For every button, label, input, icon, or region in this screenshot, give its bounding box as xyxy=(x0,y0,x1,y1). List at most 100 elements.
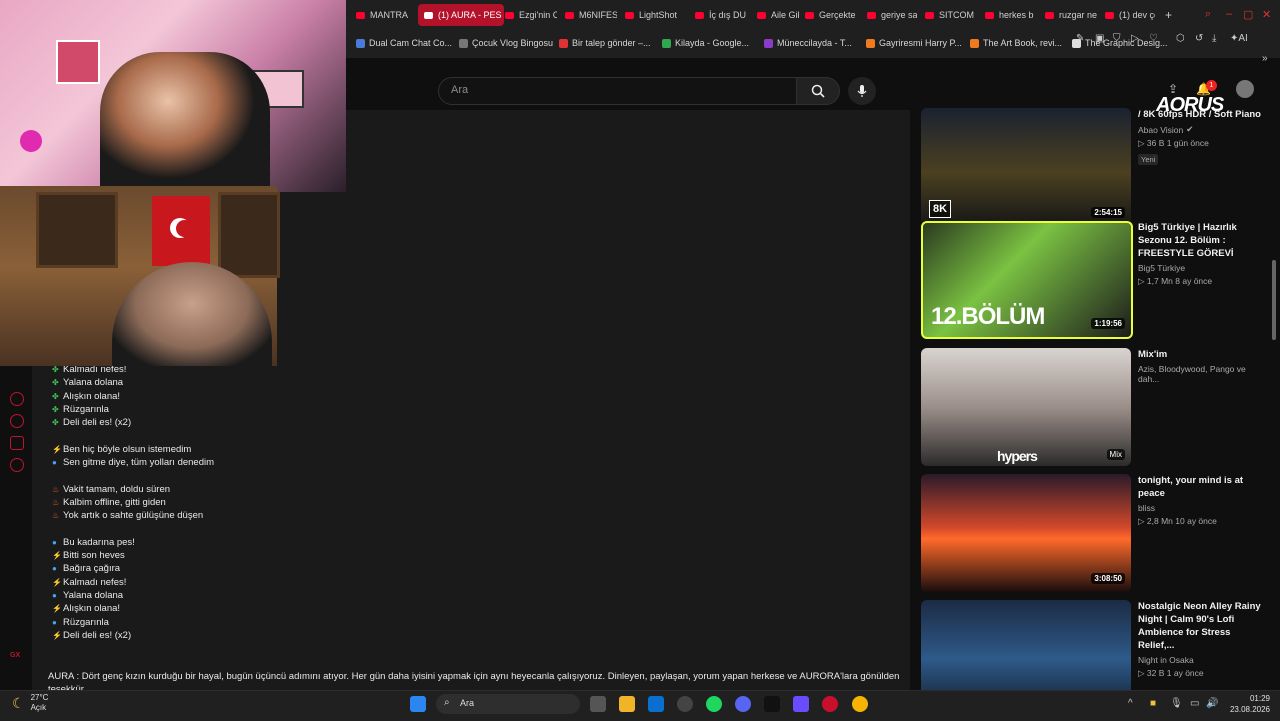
snapshot-icon[interactable]: ▣ xyxy=(1095,33,1104,44)
bookmark-item[interactable]: Müneccilayda - T... xyxy=(764,38,852,48)
browser-tab[interactable]: ruzgar ne xyxy=(1045,4,1097,26)
weather-widget[interactable]: ☾ 27°C Açık xyxy=(12,693,48,713)
bookmark-item[interactable]: Bir talep gönder –... xyxy=(559,38,651,48)
channel-name[interactable]: Big5 Türkiye xyxy=(1138,263,1185,273)
browser-tab[interactable]: LightShot xyxy=(625,4,687,26)
lyric-text: Sen gitme diye, tüm yolları denedim xyxy=(63,457,215,469)
fire-icon: ♨ xyxy=(52,484,60,494)
browser-tab[interactable]: (1) dev ço xyxy=(1105,4,1155,26)
play-icon[interactable]: ▷ xyxy=(1131,33,1139,44)
browser-tab[interactable]: herkes b xyxy=(985,4,1037,26)
voice-search-button[interactable] xyxy=(848,77,876,105)
lyric-line: ⚡ Deli deli es! (x2) xyxy=(52,629,214,642)
video-title[interactable]: / 8K 60fps HDR / Soft Piano xyxy=(1138,108,1266,121)
mail-icon[interactable] xyxy=(648,696,664,712)
video-thumbnail[interactable]: hypers Mix xyxy=(921,348,1131,466)
pink-light xyxy=(20,130,42,152)
taskbar-search[interactable]: ⌕ Ara xyxy=(436,694,580,714)
browser-tab[interactable]: Gerçekte xyxy=(805,4,860,26)
tab-label: (1) AURA - PES ( xyxy=(438,10,504,20)
bookmarks-more-icon[interactable]: » xyxy=(1262,53,1268,64)
avatar[interactable] xyxy=(1236,80,1254,98)
lyric-line xyxy=(52,429,214,442)
extensions-icon[interactable] xyxy=(10,436,24,450)
video-title[interactable]: Nostalgic Neon Alley Rainy Night | Calm … xyxy=(1138,600,1266,652)
volume-icon[interactable]: 🔊 xyxy=(1206,698,1218,709)
download-icon[interactable]: ⤓ xyxy=(1212,33,1216,44)
apps-grid-icon[interactable] xyxy=(793,696,809,712)
player-icon[interactable] xyxy=(10,392,24,406)
lyric-text: Bağıra çağıra xyxy=(63,563,121,575)
lyric-line: ⚡ Bitti son heves xyxy=(52,549,214,562)
settings-app-icon[interactable] xyxy=(677,696,693,712)
resolution-badge: 8K xyxy=(929,200,952,218)
maximize-icon[interactable]: ▢ xyxy=(1243,8,1253,21)
bookmark-item[interactable]: The Art Book, revi... xyxy=(970,38,1062,48)
new-tab-button[interactable]: + xyxy=(1165,4,1172,26)
opera-gx-icon[interactable] xyxy=(822,696,838,712)
browser-tab[interactable]: SITCOM xyxy=(925,4,977,26)
channel-name[interactable]: Abao Vision xyxy=(1138,125,1183,135)
bookmark-item[interactable]: Kilayda - Google... xyxy=(662,38,749,48)
bookmark-item[interactable]: Dual Cam Chat Co... xyxy=(356,38,452,48)
windows-start-icon[interactable] xyxy=(410,696,426,712)
epic-icon[interactable] xyxy=(764,696,780,712)
video-thumbnail[interactable]: 3:08:50 xyxy=(921,474,1131,592)
clover-icon: ✤ xyxy=(52,391,59,401)
tab-favicon xyxy=(805,11,814,19)
upload-age: 1 gün önce xyxy=(1166,138,1209,148)
ai-button[interactable]: ✦AI xyxy=(1230,33,1248,44)
browser-tab[interactable]: Aile Gibi I xyxy=(757,4,799,26)
chrome-icon[interactable] xyxy=(852,696,868,712)
microphone-icon[interactable]: 🎙 xyxy=(1170,698,1183,709)
browser-tab[interactable]: Ezgi'nin C xyxy=(505,4,557,26)
search-tabs-icon[interactable]: ⌕ xyxy=(1205,8,1211,21)
search-input[interactable]: Ara xyxy=(438,77,798,105)
browser-tab[interactable]: geriye sa xyxy=(867,4,917,26)
task-view-icon[interactable] xyxy=(590,696,606,712)
display-icon[interactable]: ▭ xyxy=(1190,698,1199,709)
discord-icon[interactable] xyxy=(735,696,751,712)
tab-label: herkes b xyxy=(999,10,1034,20)
minimize-icon[interactable]: – xyxy=(1226,8,1232,20)
spotify-icon[interactable] xyxy=(706,696,722,712)
history-icon[interactable] xyxy=(10,414,24,428)
browser-tab[interactable]: (1) AURA - PES ( xyxy=(418,4,504,26)
video-title[interactable]: Mix'im xyxy=(1138,348,1266,361)
upload-age: 8 ay önce xyxy=(1175,276,1213,286)
clock[interactable]: 01:29 23.08.2026 xyxy=(1224,693,1270,715)
browser-tab[interactable]: İç dış DU xyxy=(695,4,750,26)
bookmark-item[interactable]: Çocuk Vlog Bingosu xyxy=(459,38,553,48)
browser-tab[interactable]: MANTRA xyxy=(356,4,408,26)
video-thumbnail[interactable]: 8K 2:54:15 xyxy=(921,108,1131,226)
video-title[interactable]: tonight, your mind is at peace xyxy=(1138,474,1266,500)
channel-name[interactable]: Night in Osaka xyxy=(1138,655,1194,665)
extensions-icon[interactable]: ⬡ xyxy=(1176,33,1185,44)
channel-name[interactable]: bliss xyxy=(1138,503,1155,513)
video-title[interactable]: Big5 Türkiye | Hazırlık Sezonu 12. Bölüm… xyxy=(1138,221,1266,260)
recommendation-card[interactable]: hypers Mix Mix'im Azis, Bloodywood, Pango v… xyxy=(920,348,1280,466)
search-button[interactable] xyxy=(796,77,840,105)
scrollbar-thumb[interactable] xyxy=(1272,260,1276,340)
settings-icon[interactable] xyxy=(10,458,24,472)
browser-tab[interactable]: M6NIFES xyxy=(565,4,617,26)
channel-name[interactable]: Azis, Bloodywood, Pango ve dah... xyxy=(1138,364,1266,384)
upload-icon[interactable]: ⇪ xyxy=(1168,82,1178,96)
recommendation-card[interactable]: 8K 2:54:15 / 8K 60fps HDR / Soft Piano Abao… xyxy=(920,108,1280,226)
video-thumbnail[interactable]: 12.BÖLÜM 1:19:56 xyxy=(921,221,1133,339)
file-explorer-icon[interactable] xyxy=(619,696,635,712)
recommendation-card[interactable]: 3:08:50 tonight, your mind is at peace bli… xyxy=(920,474,1280,592)
tab-favicon xyxy=(695,11,704,19)
shield-icon[interactable]: ⛉ xyxy=(1113,33,1121,44)
lyric-line xyxy=(52,523,214,536)
heart-icon[interactable]: ♡ xyxy=(1149,33,1158,44)
tray-expand-icon[interactable]: ^ xyxy=(1128,698,1133,709)
tab-label: Ezgi'nin C xyxy=(519,10,557,20)
pin-icon[interactable]: ✎ xyxy=(1076,33,1084,44)
close-icon[interactable]: ✕ xyxy=(1262,8,1271,21)
recommendation-card[interactable]: 12.BÖLÜM 1:19:56 Big5 Türkiye | Hazırlık S… xyxy=(920,221,1280,339)
bookmark-item[interactable]: Gayriresmi Harry P... xyxy=(866,38,962,48)
tray-app-icon[interactable]: ■ xyxy=(1150,698,1156,709)
history-icon[interactable]: ↺ xyxy=(1195,33,1203,44)
moon-icon: ☾ xyxy=(12,694,25,711)
